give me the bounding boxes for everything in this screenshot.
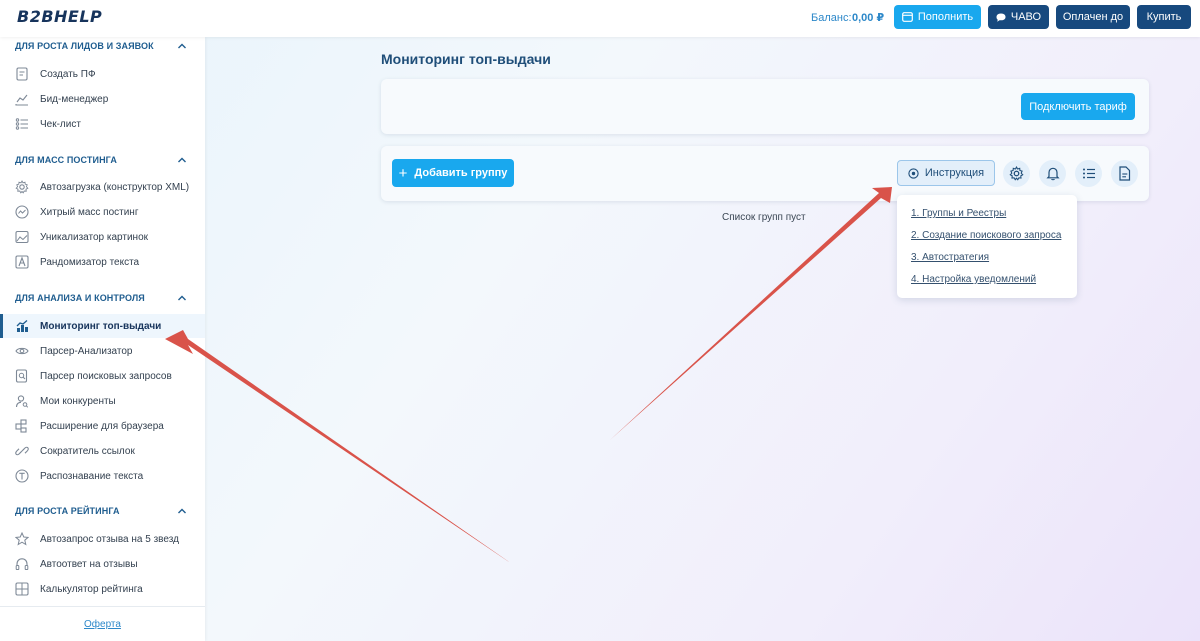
topup-button[interactable]: Пополнить <box>894 5 981 29</box>
topup-label: Пополнить <box>917 11 974 23</box>
sidebar-item-label: Автоответ на отзывы <box>40 558 138 570</box>
sidebar-item-label: Мои конкуренты <box>40 395 116 407</box>
page-title: Мониторинг топ-выдачи <box>381 51 551 67</box>
sidebar-item-label: Создать ПФ <box>40 68 96 80</box>
instruction-dropdown: 1. Группы и Реестры 2. Создание поисково… <box>897 195 1077 298</box>
balance-value: 0,00 ₽ <box>852 12 885 24</box>
sidebar-item-image-uniqualizer[interactable]: Уникализатор картинок <box>0 225 205 249</box>
faq-label: ЧАВО <box>1010 11 1042 23</box>
sidebar-item-monitoring[interactable]: Мониторинг топ-выдачи <box>0 314 205 338</box>
image-icon <box>14 229 30 245</box>
sidebar-item-mass-posting[interactable]: Хитрый масс постинг <box>0 200 205 224</box>
bell-icon <box>1045 167 1060 181</box>
gear-icon <box>1009 166 1024 181</box>
buy-button[interactable]: Купить <box>1137 5 1191 29</box>
sidebar: ДЛЯ РОСТА ЛИДОВ И ЗАЯВОК Создать ПФ Бид-… <box>0 37 205 641</box>
section-title-mass-posting: ДЛЯ МАСС ПОСТИНГА <box>15 155 117 165</box>
chevron-up-icon[interactable] <box>177 506 187 516</box>
sidebar-item-parser-analyzer[interactable]: Парсер-Анализатор <box>0 339 205 363</box>
top-header: B2BHELP Баланс: 0,00 ₽ Пополнить ЧАВО Оп… <box>0 0 1200 37</box>
chat-bubble-icon <box>996 13 1006 22</box>
sidebar-item-label: Расширение для браузера <box>40 420 164 432</box>
play-circle-icon <box>908 167 919 179</box>
sidebar-item-label: Автозапрос отзыва на 5 звезд <box>40 533 179 545</box>
sidebar-item-rating-calculator[interactable]: Калькулятор рейтинга <box>0 577 205 601</box>
sidebar-item-label: Хитрый масс постинг <box>40 206 139 218</box>
sidebar-item-label: Калькулятор рейтинга <box>40 583 143 595</box>
sidebar-item-autoload[interactable]: Автозагрузка (конструктор XML) <box>0 175 205 199</box>
letter-t-icon <box>14 468 30 484</box>
file-text-icon <box>1119 166 1131 181</box>
sidebar-item-bid-manager[interactable]: Бид-менеджер <box>0 87 205 111</box>
sidebar-item-text-randomizer[interactable]: Рандомизатор текста <box>0 250 205 274</box>
sidebar-divider <box>0 606 205 607</box>
instruction-link-search-query[interactable]: 2. Создание поискового запроса <box>911 230 1061 241</box>
gear-icon <box>14 179 30 195</box>
star-icon <box>14 531 30 547</box>
eye-icon <box>14 343 30 359</box>
notifications-button[interactable] <box>1039 160 1066 187</box>
sidebar-item-label: Бид-менеджер <box>40 93 109 105</box>
section-title-analysis: ДЛЯ АНАЛИЗА И КОНТРОЛЯ <box>15 293 145 303</box>
settings-button[interactable] <box>1003 160 1030 187</box>
chevron-up-icon[interactable] <box>177 293 187 303</box>
search-document-icon <box>14 368 30 384</box>
sidebar-item-competitors[interactable]: Мои конкуренты <box>0 389 205 413</box>
sidebar-item-checklist[interactable]: Чек-лист <box>0 112 205 136</box>
sidebar-item-create-pf[interactable]: Создать ПФ <box>0 62 205 86</box>
arrow-to-sidebar-item <box>165 330 512 564</box>
pulse-icon <box>14 204 30 220</box>
report-button[interactable] <box>1111 160 1138 187</box>
plus-icon: + <box>398 164 408 182</box>
link-icon <box>14 443 30 459</box>
instruction-button[interactable]: Инструкция <box>897 160 995 186</box>
sidebar-item-label: Парсер поисковых запросов <box>40 370 172 382</box>
chevron-up-icon[interactable] <box>177 41 187 51</box>
calculator-icon <box>14 581 30 597</box>
instruction-link-groups[interactable]: 1. Группы и Реестры <box>911 208 1006 219</box>
section-title-rating: ДЛЯ РОСТА РЕЙТИНГА <box>15 506 120 516</box>
instruction-link-autostrategy[interactable]: 3. Автостратегия <box>911 252 989 263</box>
sidebar-item-label: Сократитель ссылок <box>40 445 135 457</box>
chevron-up-icon[interactable] <box>177 155 187 165</box>
sidebar-item-review-autoreply[interactable]: Автоответ на отзывы <box>0 552 205 576</box>
balance-label: Баланс: <box>811 12 852 24</box>
document-icon <box>14 66 30 82</box>
sidebar-item-search-query-parser[interactable]: Парсер поисковых запросов <box>0 364 205 388</box>
wallet-icon <box>901 12 913 22</box>
sidebar-item-label: Рандомизатор текста <box>40 256 140 268</box>
connect-plan-button[interactable]: Подключить тариф <box>1021 93 1135 120</box>
sidebar-item-browser-extension[interactable]: Расширение для браузера <box>0 414 205 438</box>
paid-until-button[interactable]: Оплачен до <box>1056 5 1130 29</box>
letter-a-icon <box>14 254 30 270</box>
sidebar-item-link-shortener[interactable]: Сократитель ссылок <box>0 439 205 463</box>
sidebar-item-text-recognition[interactable]: Распознавание текста <box>0 464 205 488</box>
sidebar-item-label: Распознавание текста <box>40 470 144 482</box>
sidebar-item-label: Автозагрузка (конструктор XML) <box>40 181 190 193</box>
add-group-button[interactable]: + Добавить группу <box>392 159 514 187</box>
instruction-link-notifications[interactable]: 4. Настройка уведомлений <box>911 274 1036 285</box>
list-view-button[interactable] <box>1075 160 1102 187</box>
sidebar-item-label: Уникализатор картинок <box>40 231 149 243</box>
instruction-label: Инструкция <box>924 167 985 179</box>
add-group-label: Добавить группу <box>414 167 508 179</box>
sidebar-item-review-request[interactable]: Автозапрос отзыва на 5 звезд <box>0 527 205 551</box>
sidebar-item-label: Мониторинг топ-выдачи <box>40 320 162 332</box>
user-search-icon <box>14 393 30 409</box>
puzzle-icon <box>14 418 30 434</box>
section-title-leads: ДЛЯ РОСТА ЛИДОВ И ЗАЯВОК <box>15 41 154 51</box>
headphones-icon <box>14 556 30 572</box>
arrow-to-instruction-button <box>610 187 892 440</box>
logo[interactable]: B2BHELP <box>17 7 102 26</box>
checklist-icon <box>14 116 30 132</box>
sidebar-item-label: Чек-лист <box>40 118 81 130</box>
empty-groups-text: Список групп пуст <box>722 212 806 223</box>
chart-line-icon <box>14 91 30 107</box>
list-icon <box>1082 168 1095 179</box>
offer-link[interactable]: Оферта <box>84 619 121 630</box>
monitoring-icon <box>14 318 30 334</box>
sidebar-item-label: Парсер-Анализатор <box>40 345 133 357</box>
faq-button[interactable]: ЧАВО <box>988 5 1049 29</box>
